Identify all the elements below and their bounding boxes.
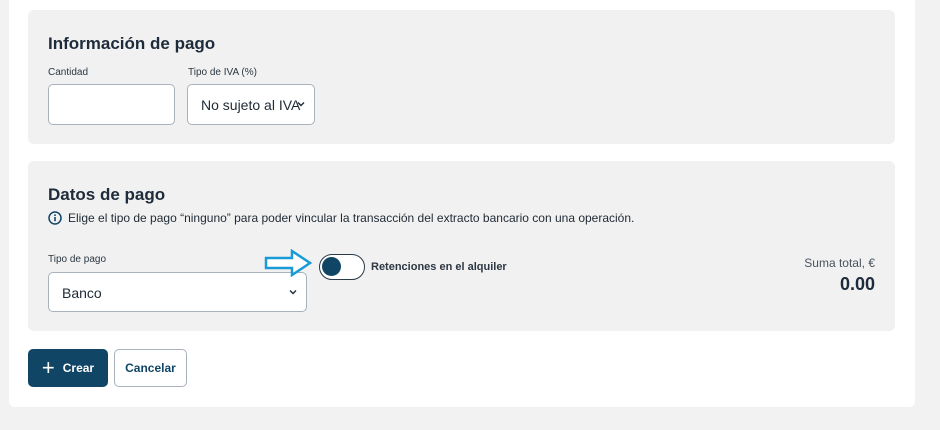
amount-input[interactable]: [48, 84, 175, 125]
payment-info-title: Información de pago: [48, 34, 216, 53]
chevron-down-icon: [289, 290, 297, 295]
toggle-knob: [322, 257, 341, 276]
payment-info-section: Información de pago Cantidad Tipo de IVA…: [28, 10, 895, 144]
payment-type-select[interactable]: Banco: [48, 272, 307, 312]
payment-type-select-value: Banco: [62, 285, 102, 301]
info-message: Elige el tipo de pago “ninguno” para pod…: [48, 211, 634, 225]
chevron-down-icon: [297, 102, 305, 107]
payment-type-label: Tipo de pago: [48, 254, 107, 265]
total-label: Suma total, €: [804, 256, 875, 270]
payment-data-section: Datos de pago Elige el tipo de pago “nin…: [28, 161, 895, 331]
create-button[interactable]: + Crear: [28, 349, 108, 387]
vat-select-value: No sujeto al IVA: [201, 97, 301, 113]
total-value: 0.00: [839, 274, 875, 294]
annotation-arrow-icon: [264, 249, 313, 277]
vat-label: Tipo de IVA (%): [188, 67, 257, 78]
vat-select[interactable]: No sujeto al IVA: [187, 84, 315, 125]
create-button-label: Crear: [62, 361, 95, 375]
info-text: Elige el tipo de pago “ninguno” para pod…: [68, 211, 635, 225]
withholding-toggle[interactable]: [319, 254, 365, 280]
withholding-toggle-label: Retenciones en el alquiler: [371, 261, 507, 273]
payment-data-title: Datos de pago: [48, 185, 166, 204]
info-icon: [48, 211, 62, 225]
plus-icon: +: [41, 355, 55, 380]
cancel-button[interactable]: Cancelar: [114, 349, 187, 387]
amount-label: Cantidad: [48, 67, 89, 78]
